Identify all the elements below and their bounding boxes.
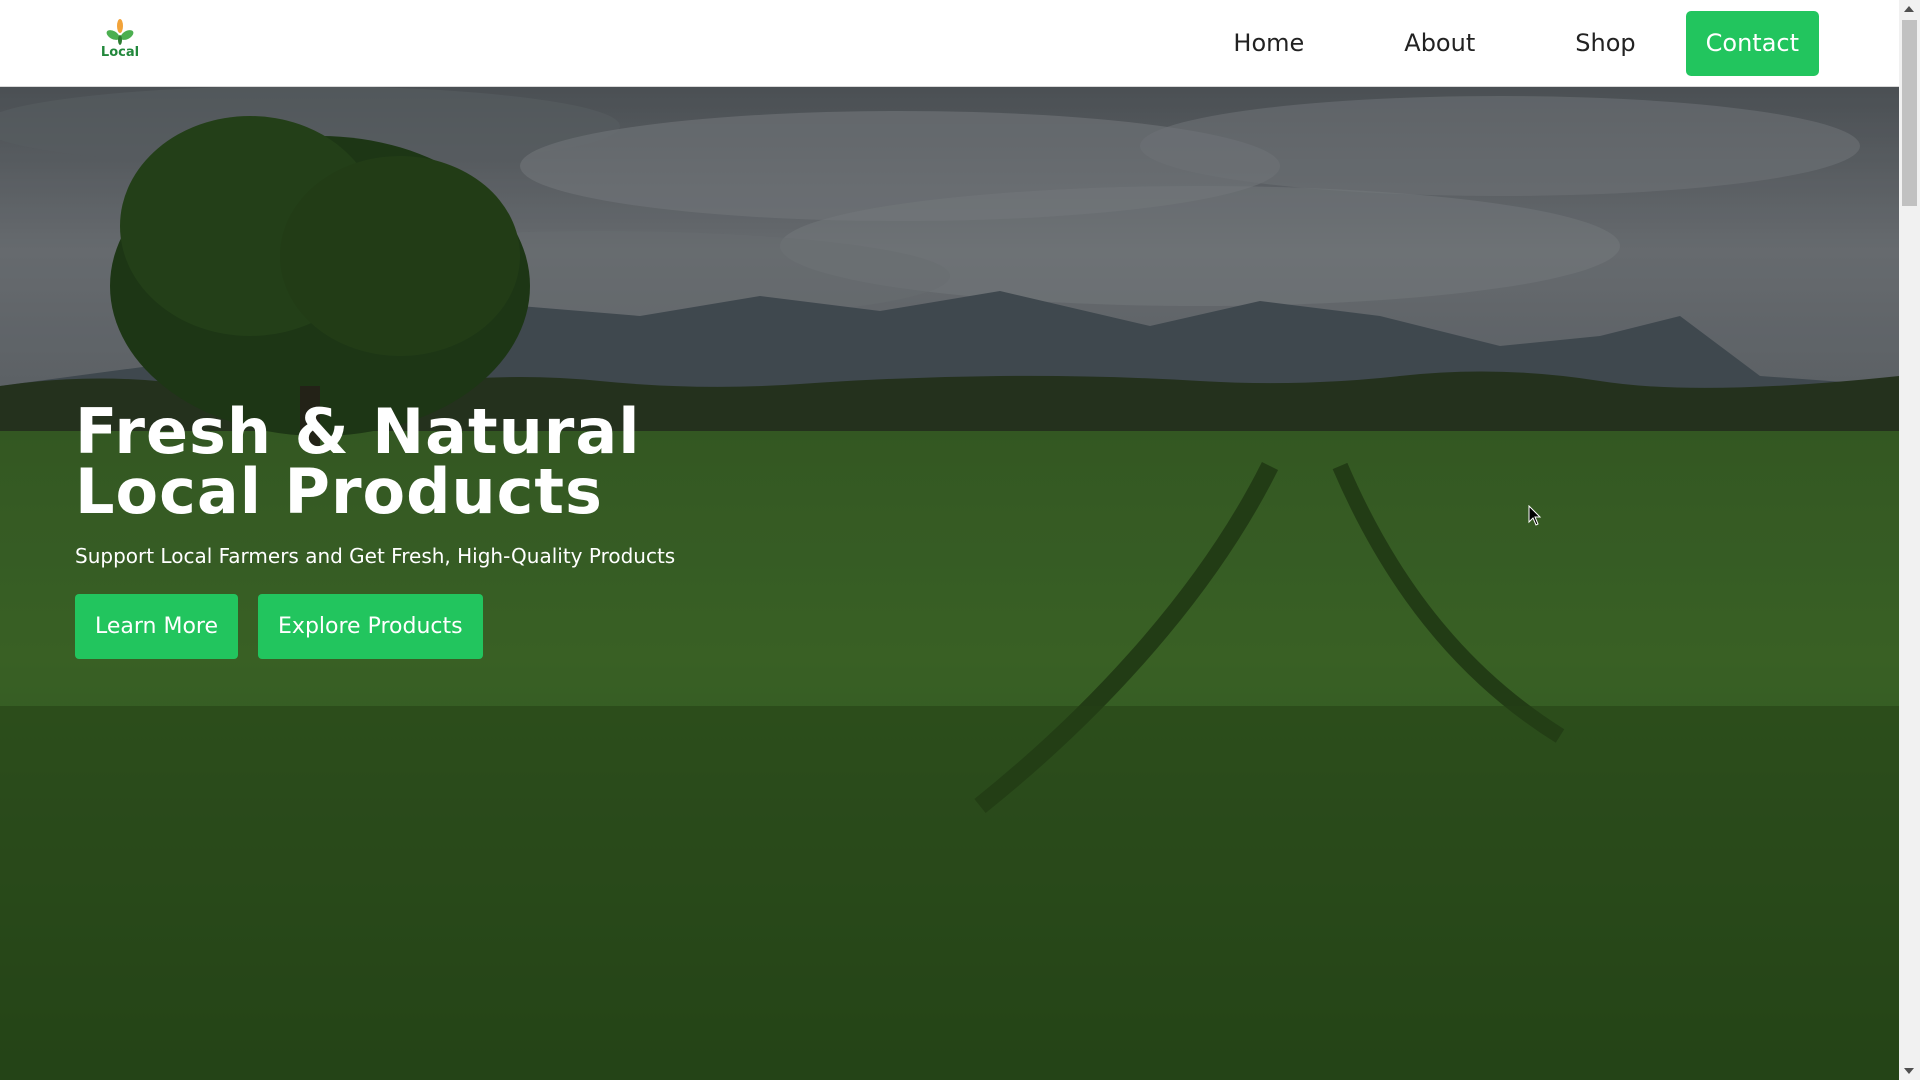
contact-button[interactable]: Contact [1685, 11, 1819, 76]
site-header: Local Home About Shop Contact [0, 0, 1899, 87]
scroll-up-icon[interactable] [1904, 6, 1914, 12]
mouse-cursor-icon [1528, 505, 1542, 526]
nav-item-shop[interactable]: Shop [1575, 11, 1635, 76]
scroll-down-icon[interactable] [1904, 1068, 1914, 1074]
leaf-icon [106, 19, 134, 45]
main-nav: Home About Shop Contact [1233, 11, 1819, 76]
hero-title: Fresh & Natural Local Products [75, 401, 875, 523]
explore-products-button[interactable]: Explore Products [258, 594, 483, 659]
site-logo[interactable]: Local [100, 18, 140, 68]
nav-item-about[interactable]: About [1404, 11, 1475, 76]
nav-item-home[interactable]: Home [1233, 11, 1304, 76]
hero-title-line2: Local Products [75, 455, 603, 528]
hero-content: Fresh & Natural Local Products Support L… [75, 401, 875, 659]
logo-text: Local [100, 45, 140, 60]
hero-subtitle: Support Local Farmers and Get Fresh, Hig… [75, 544, 676, 568]
scroll-thumb[interactable] [1902, 20, 1917, 206]
page-scrollbar[interactable] [1899, 0, 1920, 1080]
learn-more-button[interactable]: Learn More [75, 594, 239, 659]
hero-buttons: Learn More Explore Products [75, 594, 875, 659]
hero-section: Fresh & Natural Local Products Support L… [0, 86, 1899, 1080]
browser-viewport: Local Home About Shop Contact Fresh & Na… [0, 0, 1899, 1080]
